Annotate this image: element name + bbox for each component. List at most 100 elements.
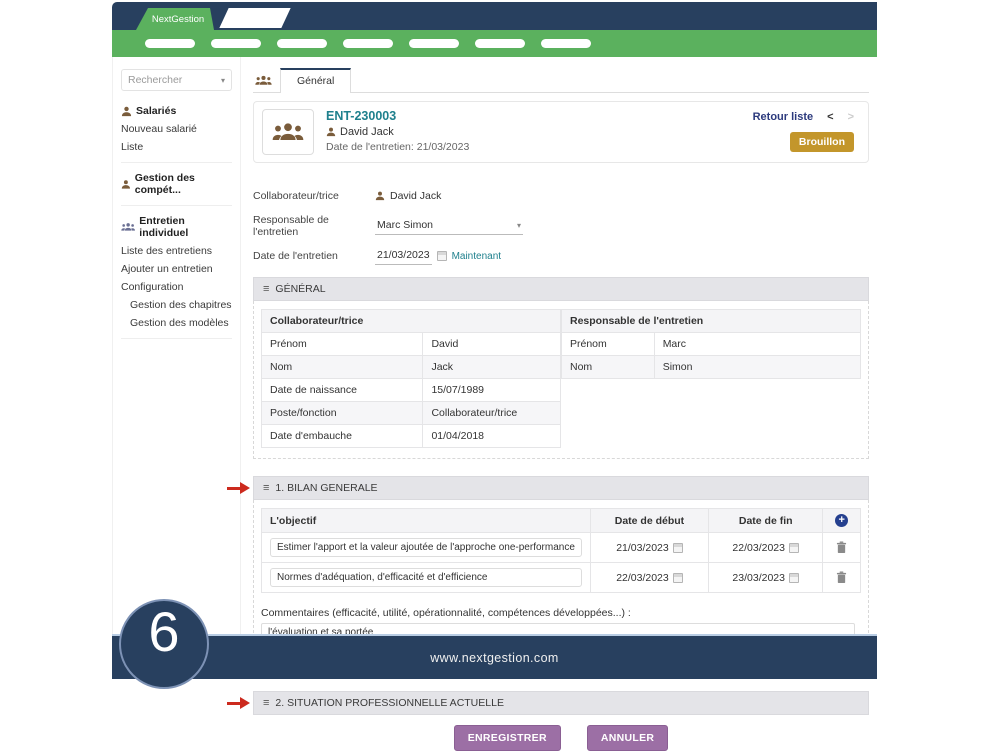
calendar-icon[interactable] bbox=[789, 543, 799, 553]
sidebar-item-nouveau-salarie[interactable]: Nouveau salarié bbox=[121, 123, 232, 135]
sidebar-divider bbox=[121, 162, 232, 163]
section-menu-icon: ≡ bbox=[263, 482, 269, 494]
section-header-bilan[interactable]: ≡ 1. BILAN GENERALE bbox=[253, 476, 869, 500]
sidebar-group-label: Salariés bbox=[136, 105, 176, 117]
nav-menu-item-7[interactable] bbox=[541, 39, 591, 48]
collaborator-table-header: Collaborateur/trice bbox=[262, 310, 561, 333]
next-record-icon[interactable]: > bbox=[848, 111, 854, 123]
interview-header-card: ENT-230003 David Jack Date de l'entretie… bbox=[253, 101, 869, 163]
users-icon bbox=[255, 75, 272, 86]
content-area: Rechercher ▾ Salariés Nouveau salarié Li… bbox=[112, 57, 877, 634]
nav-menu-item-1[interactable] bbox=[145, 39, 195, 48]
objectives-table: L'objectif Date de début Date de fin + E… bbox=[261, 508, 861, 593]
table-row: Poste/fonctionCollaborateur/trice bbox=[262, 402, 561, 425]
table-row: NomJack bbox=[262, 356, 561, 379]
sidebar-group-salaries[interactable]: Salariés bbox=[121, 105, 232, 117]
search-select[interactable]: Rechercher ▾ bbox=[121, 69, 232, 91]
sidebar-item-liste-des-entretiens[interactable]: Liste des entretiens bbox=[121, 245, 232, 257]
section-header-situation[interactable]: ≡ 2. SITUATION PROFESSIONNELLE ACTUELLE bbox=[253, 691, 869, 715]
tab-general[interactable]: Général bbox=[280, 68, 351, 93]
interview-form: Collaborateur/trice David Jack Responsab… bbox=[253, 187, 869, 265]
section-title: 2. SITUATION PROFESSIONNELLE ACTUELLE bbox=[275, 697, 504, 709]
add-row-icon[interactable]: + bbox=[835, 514, 848, 527]
section-title: 1. BILAN GENERALE bbox=[275, 482, 377, 494]
start-date-input[interactable]: 22/03/2023 bbox=[616, 572, 669, 584]
manager-table: Responsable de l'entretien PrénomMarc No… bbox=[561, 309, 861, 379]
person-icon bbox=[121, 106, 132, 117]
cancel-button[interactable]: ANNULER bbox=[587, 725, 668, 751]
table-row: Estimer l'apport et la valeur ajoutée de… bbox=[262, 533, 861, 563]
calendar-icon[interactable] bbox=[673, 573, 683, 583]
nav-menu-item-2[interactable] bbox=[211, 39, 261, 48]
calendar-icon[interactable] bbox=[789, 573, 799, 583]
sidebar-item-ajouter-un-entretien[interactable]: Ajouter un entretien bbox=[121, 263, 232, 275]
end-date-input[interactable]: 22/03/2023 bbox=[732, 542, 785, 554]
nav-menu-item-5[interactable] bbox=[409, 39, 459, 48]
trash-icon[interactable] bbox=[836, 571, 847, 584]
manager-selected-value: Marc Simon bbox=[377, 219, 433, 231]
table-row: Normes d'adéquation, d'efficacité et d'e… bbox=[262, 563, 861, 593]
person-icon bbox=[375, 191, 385, 201]
annotation-arrow bbox=[227, 482, 251, 494]
nav-menu-item-6[interactable] bbox=[475, 39, 525, 48]
nav-menu-item-4[interactable] bbox=[343, 39, 393, 48]
nav-menu-item-3[interactable] bbox=[277, 39, 327, 48]
objective-input[interactable]: Estimer l'apport et la valeur ajoutée de… bbox=[270, 538, 582, 557]
interview-reference: ENT-230003 bbox=[326, 109, 469, 123]
prev-record-icon[interactable]: < bbox=[827, 111, 833, 123]
interview-avatar bbox=[262, 109, 314, 155]
section-menu-icon: ≡ bbox=[263, 697, 269, 709]
collaborator-value: David Jack bbox=[390, 190, 441, 202]
col-end-date: Date de fin bbox=[709, 509, 823, 533]
person-icon bbox=[121, 179, 131, 190]
start-date-input[interactable]: 21/03/2023 bbox=[616, 542, 669, 554]
sidebar-group-gestion-competences[interactable]: Gestion des compét... bbox=[121, 172, 232, 196]
now-link[interactable]: Maintenant bbox=[452, 251, 501, 262]
trash-icon[interactable] bbox=[836, 541, 847, 554]
manager-table-header: Responsable de l'entretien bbox=[562, 310, 861, 333]
manager-label: Responsable de l'entretien bbox=[253, 214, 375, 238]
calendar-icon[interactable] bbox=[673, 543, 683, 553]
save-button[interactable]: ENREGISTRER bbox=[454, 725, 561, 751]
header-actions: Retour liste < > Brouillon bbox=[753, 109, 860, 155]
form-actions: ENREGISTRER ANNULER bbox=[253, 725, 869, 751]
section-body-general: Collaborateur/trice PrénomDavid NomJack … bbox=[253, 301, 869, 459]
comments-label: Commentaires (efficacité, utilité, opéra… bbox=[261, 607, 861, 619]
top-title-bar: NextGestion bbox=[112, 2, 877, 30]
calendar-icon[interactable] bbox=[437, 251, 447, 261]
section-title: GÉNÉRAL bbox=[275, 283, 325, 295]
sidebar-item-gestion-des-chapitres[interactable]: Gestion des chapitres bbox=[130, 299, 232, 311]
redacted-block bbox=[219, 8, 290, 28]
end-date-input[interactable]: 23/03/2023 bbox=[732, 572, 785, 584]
brand-tab[interactable]: NextGestion bbox=[136, 8, 214, 30]
col-objective: L'objectif bbox=[262, 509, 591, 533]
date-label: Date de l'entretien bbox=[253, 250, 375, 262]
sidebar-group-label: Entretien individuel bbox=[139, 215, 232, 239]
sidebar-item-liste[interactable]: Liste bbox=[121, 141, 232, 153]
objective-input[interactable]: Normes d'adéquation, d'efficacité et d'e… bbox=[270, 568, 582, 587]
table-row: PrénomDavid bbox=[262, 333, 561, 356]
annotation-arrow bbox=[227, 697, 251, 709]
interview-date-line: Date de l'entretien: 21/03/2023 bbox=[326, 141, 469, 153]
users-icon bbox=[121, 222, 135, 232]
sidebar-group-entretien-individuel[interactable]: Entretien individuel bbox=[121, 215, 232, 239]
footer-website: www.nextgestion.com bbox=[430, 651, 559, 665]
main-nav-bar bbox=[112, 30, 877, 57]
col-start-date: Date de début bbox=[590, 509, 708, 533]
date-input[interactable]: 21/03/2023 bbox=[375, 247, 432, 265]
section-menu-icon: ≡ bbox=[263, 283, 269, 295]
step-number: 6 bbox=[148, 601, 179, 663]
sidebar-group-label: Gestion des compét... bbox=[135, 172, 232, 196]
sidebar-divider bbox=[121, 205, 232, 206]
users-icon bbox=[272, 122, 304, 142]
sidebar-item-configuration[interactable]: Configuration bbox=[121, 281, 232, 293]
collaborator-table: Collaborateur/trice PrénomDavid NomJack … bbox=[261, 309, 561, 448]
status-badge: Brouillon bbox=[790, 132, 854, 152]
section-header-general[interactable]: ≡ GÉNÉRAL bbox=[253, 277, 869, 301]
chevron-down-icon: ▾ bbox=[517, 221, 521, 230]
sidebar-item-gestion-des-modeles[interactable]: Gestion des modèles bbox=[130, 317, 232, 329]
sidebar-divider bbox=[121, 338, 232, 339]
back-to-list-link[interactable]: Retour liste bbox=[753, 111, 814, 123]
manager-select[interactable]: Marc Simon ▾ bbox=[375, 217, 523, 235]
employee-name: David Jack bbox=[340, 126, 394, 138]
